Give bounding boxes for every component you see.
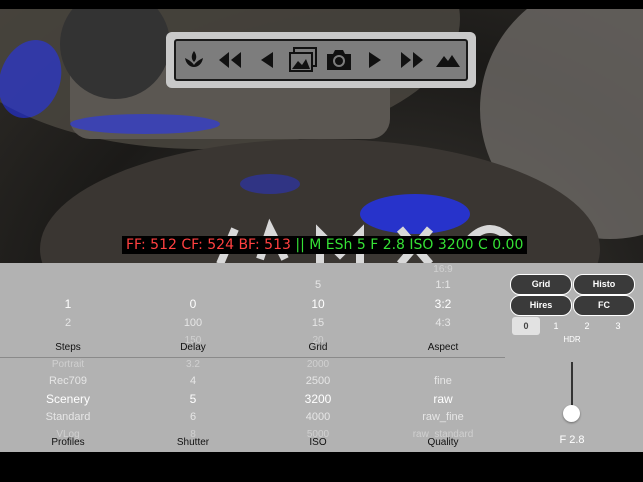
picker-value[interactable]: Scenery — [8, 392, 128, 406]
picker-value[interactable]: 4:3 — [383, 317, 503, 329]
hdr-option-2[interactable]: 2 — [573, 317, 601, 335]
picker-value[interactable]: fine — [383, 375, 503, 387]
picker-value[interactable]: 16:9 — [383, 264, 503, 275]
hdr-label: HDR — [563, 335, 581, 344]
picker-divider — [0, 357, 505, 358]
picker-value[interactable]: 1:1 — [383, 279, 503, 291]
camera-icon[interactable] — [324, 45, 354, 75]
picker-value[interactable]: 4 — [133, 375, 253, 387]
picker-label: ISO — [309, 437, 327, 448]
hdr-option-1[interactable]: 1 — [542, 317, 570, 335]
hdr-option-3[interactable]: 3 — [604, 317, 632, 335]
picker-value[interactable]: 0 — [133, 297, 253, 311]
fast-rewind-icon[interactable] — [215, 45, 245, 75]
picker-value[interactable]: Portrait — [8, 359, 128, 370]
picker-value[interactable]: 10 — [258, 297, 378, 311]
picker-value[interactable]: 3.2 — [133, 359, 253, 370]
bottom-picker-shutter[interactable]: 3.2 4 5 6 8 Shutter — [133, 357, 253, 457]
bottom-picker-profiles[interactable]: Portrait Rec709 Scenery Standard VLog Profile… — [8, 357, 128, 457]
picker-label: Quality — [427, 437, 459, 448]
info-separator: || — [295, 237, 310, 253]
picker-value[interactable]: 100 — [133, 317, 253, 329]
bottom-black-bar — [0, 452, 643, 482]
picker-value[interactable]: 5 — [258, 279, 378, 291]
focus-peaking-overlay — [240, 174, 300, 194]
histo-button[interactable]: Histo — [573, 274, 635, 295]
focus-values-text: FF: 512 CF: 524 BF: 513 — [126, 237, 296, 253]
picker-value[interactable]: raw_fine — [383, 411, 503, 423]
picker-label: Aspect — [427, 342, 459, 353]
picker-value[interactable]: 2500 — [258, 375, 378, 387]
top-picker-delay[interactable]: 0 100 150 Delay — [133, 263, 253, 363]
picker-value[interactable]: 1 — [8, 297, 128, 311]
aperture-label: F 2.8 — [559, 434, 585, 446]
top-picker-grid[interactable]: 5 10 15 20 Grid — [258, 263, 378, 363]
focus-peaking-overlay — [70, 114, 220, 134]
grid-button[interactable]: Grid — [510, 274, 572, 295]
exposure-info-readout: FF: 512 CF: 524 BF: 513 || M ESh 5 F 2.8… — [122, 236, 528, 254]
picker-value[interactable]: 2 — [8, 317, 128, 329]
picker-value[interactable]: 3:2 — [383, 297, 503, 311]
aperture-slider-knob[interactable] — [563, 405, 580, 422]
bottom-picker-iso[interactable]: 2000 2500 3200 4000 5000 ISO — [258, 357, 378, 457]
top-picker-aspect[interactable]: 16:9 1:1 3:2 4:3 Aspect — [383, 263, 503, 363]
hdr-segmented-control: 0 1 2 3 — [510, 317, 634, 335]
play-icon[interactable] — [360, 45, 390, 75]
settings-panel: 1 2 Steps 0 100 150 Delay 5 10 15 20 Grid 16:9 1:1 3:2… — [0, 263, 643, 452]
playback-toolbar — [166, 32, 476, 88]
picker-value[interactable]: 2000 — [258, 359, 378, 370]
picker-value[interactable]: raw — [383, 392, 503, 406]
top-picker-steps[interactable]: 1 2 Steps — [8, 263, 128, 363]
hires-button[interactable]: Hires — [510, 295, 572, 316]
picker-label: Profiles — [51, 437, 85, 448]
top-black-bar — [0, 0, 643, 9]
picker-value[interactable]: Rec709 — [8, 375, 128, 387]
mountain-icon[interactable] — [433, 45, 463, 75]
bottom-picker-quality[interactable]: fine raw raw_fine raw_standard Quality — [383, 357, 503, 457]
exposure-values-text: M ESh 5 F 2.8 ISO 3200 C 0.00 — [309, 237, 524, 253]
fc-button[interactable]: FC — [573, 295, 635, 316]
picker-label: Delay — [180, 342, 206, 353]
picker-label: Steps — [55, 342, 81, 353]
picker-value[interactable]: 5 — [133, 392, 253, 406]
step-back-icon[interactable] — [252, 45, 282, 75]
toolbar-button-row — [174, 39, 468, 81]
picker-value[interactable]: 6 — [133, 411, 253, 423]
picker-value[interactable]: 15 — [258, 317, 378, 329]
gallery-icon[interactable] — [288, 45, 318, 75]
picker-value[interactable]: 4000 — [258, 411, 378, 423]
hdr-option-0[interactable]: 0 — [512, 317, 540, 335]
fast-forward-icon[interactable] — [397, 45, 427, 75]
picker-value[interactable]: 3200 — [258, 392, 378, 406]
focus-peaking-icon[interactable] — [179, 45, 209, 75]
picker-value[interactable]: Standard — [8, 411, 128, 423]
picker-label: Grid — [308, 342, 328, 353]
picker-label: Shutter — [176, 437, 210, 448]
